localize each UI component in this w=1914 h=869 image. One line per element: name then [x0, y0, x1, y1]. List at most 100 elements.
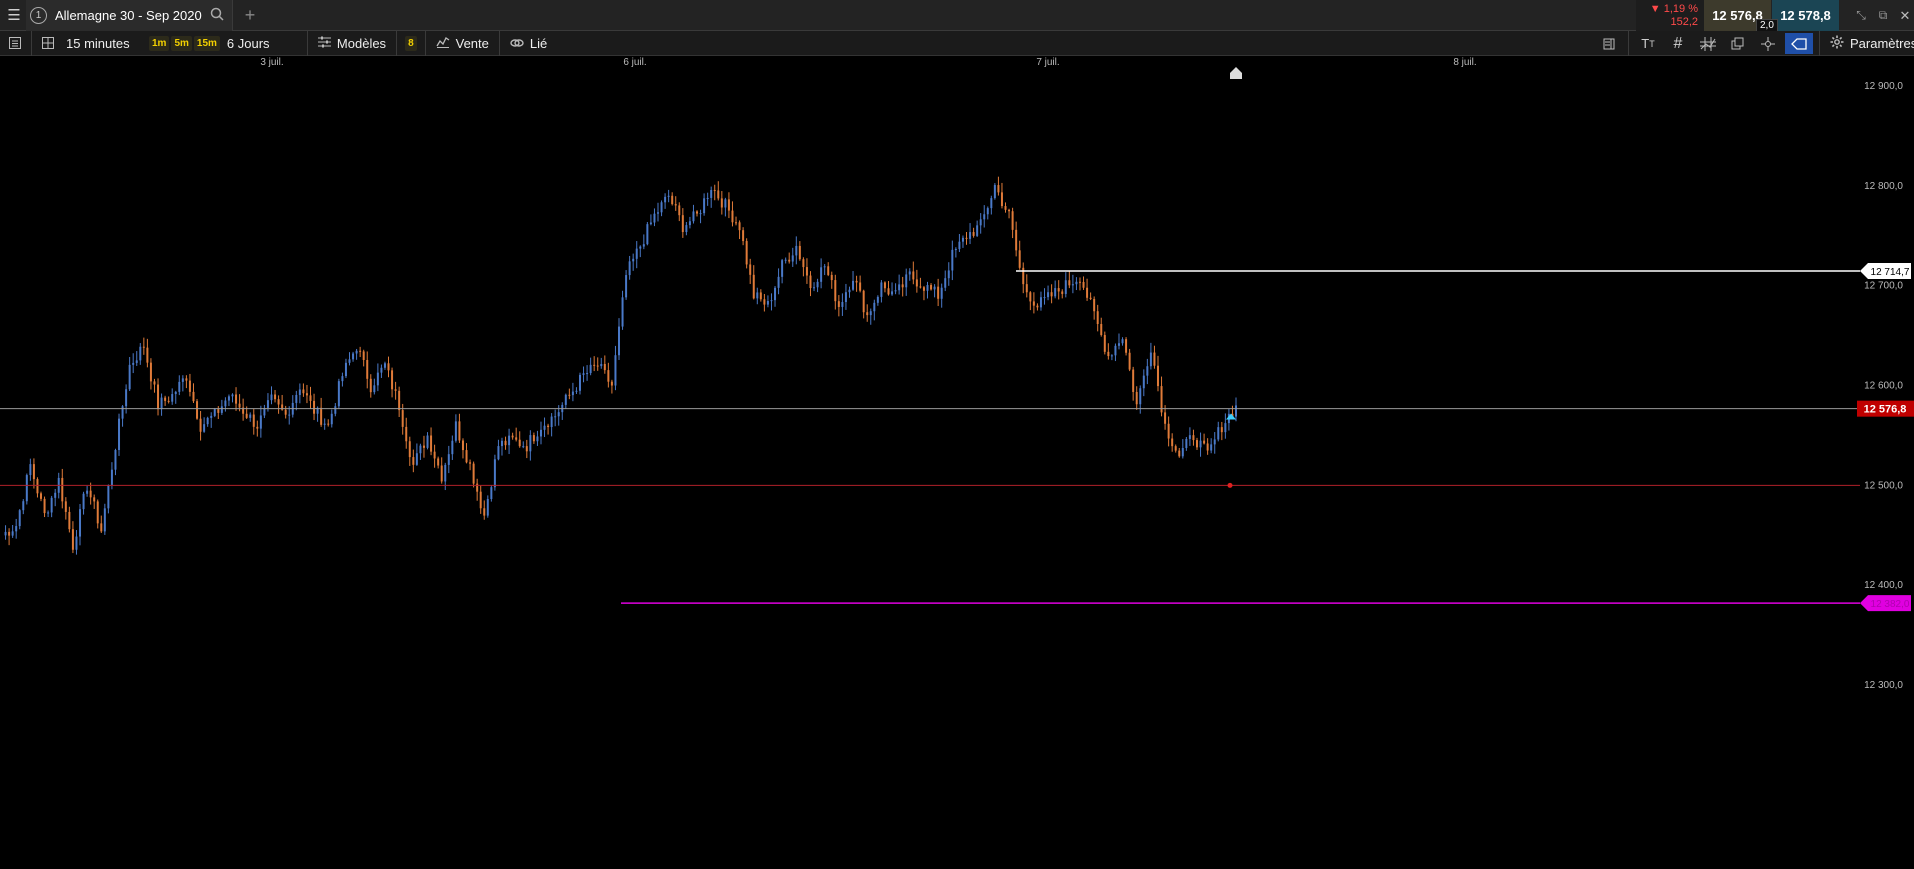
candle: [696, 210, 699, 217]
range-select[interactable]: 6 Jours: [221, 31, 303, 56]
candle: [600, 357, 603, 369]
link-icon: [510, 36, 524, 51]
candle: [461, 438, 464, 459]
models-label: Modèles: [336, 35, 387, 51]
copy-icon[interactable]: [1723, 32, 1753, 56]
add-tab-button[interactable]: +: [245, 5, 256, 26]
candle: [1156, 355, 1159, 392]
candle: [883, 281, 886, 293]
candle: [905, 268, 908, 296]
candle: [437, 456, 440, 469]
candle: [554, 409, 557, 427]
candle: [1110, 354, 1113, 361]
price-tag-icon[interactable]: [1785, 33, 1813, 54]
divider: [1819, 31, 1820, 56]
candle: [859, 275, 862, 293]
candle: [96, 499, 99, 529]
buy-price-button[interactable]: 12 578,8: [1772, 0, 1839, 31]
candle: [887, 281, 890, 296]
candle: [433, 444, 436, 468]
models-button[interactable]: Modèles: [312, 31, 392, 56]
search-icon[interactable]: [210, 7, 224, 24]
candle: [387, 356, 390, 378]
candle: [1061, 289, 1064, 299]
hamburger-icon[interactable]: ☰: [2, 3, 26, 27]
event-marker-icon[interactable]: [1230, 67, 1242, 79]
candle: [61, 468, 64, 509]
settings-button[interactable]: Paramètres: [1824, 31, 1914, 56]
candle: [593, 356, 596, 372]
candle: [344, 358, 347, 379]
layout-icon[interactable]: [36, 31, 60, 55]
candle: [1213, 432, 1216, 454]
candle: [295, 390, 298, 411]
quick-interval-1m[interactable]: 1m: [149, 35, 170, 51]
candle: [447, 445, 450, 474]
candle: [149, 358, 152, 390]
candle: [79, 504, 82, 546]
change-absolute: 152,2: [1670, 15, 1698, 28]
candle: [1217, 421, 1220, 442]
candle: [759, 289, 762, 302]
divider: [31, 30, 32, 56]
candle: [1093, 296, 1096, 320]
instrument-tab[interactable]: 1 Allemagne 30 - Sep 2020: [26, 0, 233, 31]
candle: [320, 397, 323, 427]
candle: [735, 216, 738, 226]
collapse-icon[interactable]: ⤡: [1852, 8, 1870, 23]
panel-icon[interactable]: [1594, 32, 1624, 56]
candle: [1128, 348, 1131, 372]
candle: [1071, 274, 1074, 294]
grid-icon[interactable]: #: [1663, 32, 1693, 56]
candle: [805, 258, 808, 284]
crosshair-icon[interactable]: [1753, 32, 1783, 56]
popout-icon[interactable]: ⧉: [1874, 8, 1892, 23]
candle: [525, 439, 528, 459]
candle: [1227, 408, 1230, 431]
candle: [327, 419, 330, 427]
tab-number: 1: [30, 6, 47, 24]
candle: [196, 398, 199, 420]
candle: [813, 282, 816, 292]
candle: [210, 412, 213, 428]
candle: [745, 238, 748, 269]
quick-interval-5m[interactable]: 5m: [171, 35, 192, 51]
candle: [291, 395, 294, 418]
quick-interval-15m[interactable]: 15m: [193, 35, 220, 51]
candle: [1125, 337, 1128, 356]
candle: [720, 191, 723, 215]
text-tool-icon[interactable]: TT: [1633, 32, 1663, 56]
candle: [582, 366, 585, 383]
indicator-count-badge[interactable]: 8: [405, 35, 417, 51]
close-icon[interactable]: ✕: [1896, 8, 1914, 24]
price-chart[interactable]: 3 juil. 6 juil. 7 juil. 8 juil. 12 576,812 …: [0, 57, 1914, 869]
candle: [203, 417, 206, 433]
candle: [206, 416, 209, 427]
candle: [1022, 262, 1025, 294]
candle: [614, 345, 617, 391]
buy-arrow-icon: [1226, 413, 1236, 420]
direction-button[interactable]: Vente: [430, 31, 495, 56]
list-icon[interactable]: [3, 31, 27, 55]
candle: [1039, 291, 1042, 311]
candle: [1075, 277, 1078, 291]
candle: [1174, 444, 1177, 453]
candle: [224, 397, 227, 412]
candle: [1064, 272, 1067, 298]
candle: [951, 240, 954, 281]
candle: [486, 495, 489, 518]
candle: [830, 271, 833, 289]
candle: [1011, 207, 1014, 239]
divider: [1628, 31, 1629, 56]
candle: [174, 390, 177, 404]
interval-select[interactable]: 15 minutes: [60, 31, 142, 56]
candle: [337, 378, 340, 409]
current-price-tag: 12 576,8: [1857, 400, 1914, 417]
candle: [1178, 447, 1181, 458]
candle: [383, 361, 386, 370]
candle: [834, 274, 837, 310]
date-axis: 3 juil. 6 juil. 7 juil. 8 juil.: [260, 57, 1476, 68]
crosshair-grid-icon[interactable]: [1693, 32, 1723, 56]
candle: [274, 390, 277, 403]
linked-button[interactable]: Lié: [504, 31, 553, 56]
